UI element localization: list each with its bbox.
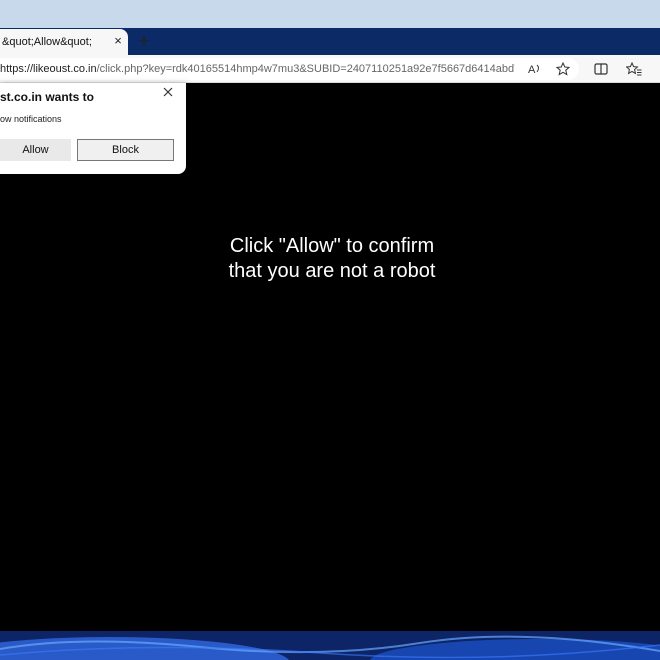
- wallpaper-graphic: [0, 631, 660, 660]
- favorite-star-icon[interactable]: [554, 60, 572, 78]
- browser-tab[interactable]: &quot;Allow&quot; ×: [0, 29, 128, 55]
- read-aloud-icon[interactable]: A: [526, 60, 544, 78]
- notification-permission-popup: st.co.in wants to ow notifications Allow…: [0, 83, 186, 174]
- window-titlebar: [0, 0, 660, 28]
- split-screen-icon[interactable]: [592, 60, 610, 78]
- message-line-2: that you are not a robot: [228, 260, 436, 282]
- desktop-taskbar: [0, 631, 660, 660]
- tab-close-icon[interactable]: ×: [111, 34, 125, 48]
- message-line-1: Click "Allow" to confirm: [229, 235, 435, 257]
- allow-button[interactable]: Allow: [0, 139, 71, 161]
- url-host: https://likeoust.co.in: [0, 63, 97, 75]
- popup-description: ow notifications: [0, 114, 62, 124]
- address-bar[interactable]: https://likeoust.co.in/click.php?key=rdk…: [0, 58, 579, 80]
- new-tab-button[interactable]: +: [136, 32, 152, 50]
- svg-text:A: A: [528, 64, 536, 76]
- popup-title: st.co.in wants to: [0, 90, 95, 104]
- popup-close-icon[interactable]: [161, 85, 175, 99]
- url-text[interactable]: https://likeoust.co.in/click.php?key=rdk…: [0, 63, 515, 75]
- tab-title: &quot;Allow&quot;: [2, 36, 92, 48]
- robot-check-message: Click "Allow" to confirm that you are no…: [190, 234, 474, 284]
- url-path: /click.php?key=rdk40165514hmp4w7mu3&SUBI…: [96, 63, 515, 75]
- favorites-icon[interactable]: [625, 60, 643, 78]
- browser-toolbar: https://likeoust.co.in/click.php?key=rdk…: [0, 55, 660, 83]
- block-button[interactable]: Block: [77, 139, 174, 161]
